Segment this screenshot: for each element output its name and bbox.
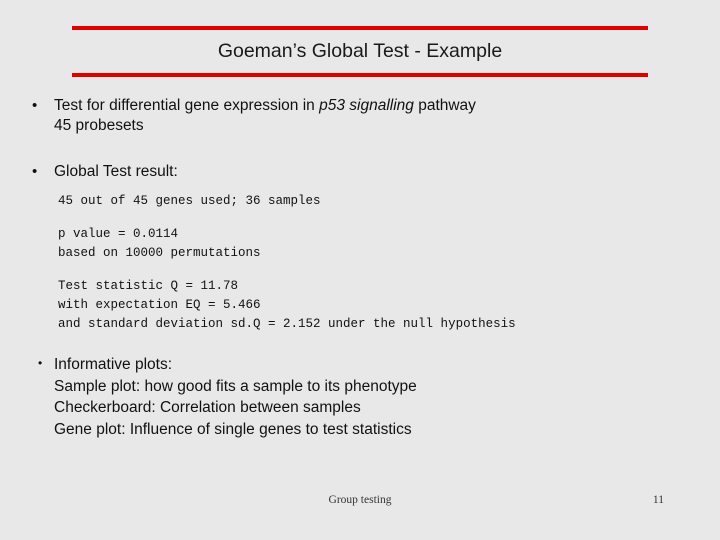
bullet-text-italic: p53 signalling [319,97,414,114]
plots-line1: Informative plots: [54,356,173,373]
result-expectation: with expectation EQ = 5.466 [58,298,261,312]
bullet-text: Test for differential gene expression in… [54,96,720,136]
bullet-item-global-test-result: • Global Test result: [32,162,720,182]
footer-page-number: 11 [652,494,664,506]
title-rule-top [72,26,648,30]
bullet-text-pre: Test for differential gene expression in [54,97,320,114]
result-p-value-block: p value = 0.0114 based on 10000 permutat… [58,225,720,263]
plots-line3: Checkerboard: Correlation between sample… [54,399,361,416]
bullet-marker: • [32,97,38,114]
bullet-item-differential-expression: • Test for differential gene expression … [32,96,720,136]
title-rule-bottom [72,73,648,77]
bullet-text-line2: 45 probesets [54,117,144,134]
slide-title: Goeman’s Global Test - Example [217,40,503,62]
bullet-marker: • [38,356,43,370]
plots-line4: Gene plot: Influence of single genes to … [54,420,412,438]
slide: Goeman’s Global Test - Example • Test fo… [0,0,720,540]
result-statistic-block: Test statistic Q = 11.78 with expectatio… [58,277,720,334]
result-p-value: p value = 0.0114 [58,227,179,241]
result-test-statistic: Test statistic Q = 11.78 [58,279,239,293]
plots-line2: Sample plot: how good fits a sample to i… [54,377,417,395]
result-genes-used: 45 out of 45 genes used; 36 samples [58,194,321,208]
bullet-marker: • [32,163,38,180]
bullet-item-informative-plots: • Informative plots: Sample plot: how goo… [38,354,720,440]
footer-label: Group testing [328,494,392,506]
slide-body: • Test for differential gene expression … [0,96,720,440]
bullet-text-post: pathway [413,97,476,114]
result-std-deviation: and standard deviation sd.Q = 2.152 unde… [58,317,516,331]
result-permutations: based on 10000 permutations [58,246,261,260]
bullet-text: Global Test result: [54,163,178,180]
bullet-text: Informative plots: Sample plot: how good … [54,354,720,440]
